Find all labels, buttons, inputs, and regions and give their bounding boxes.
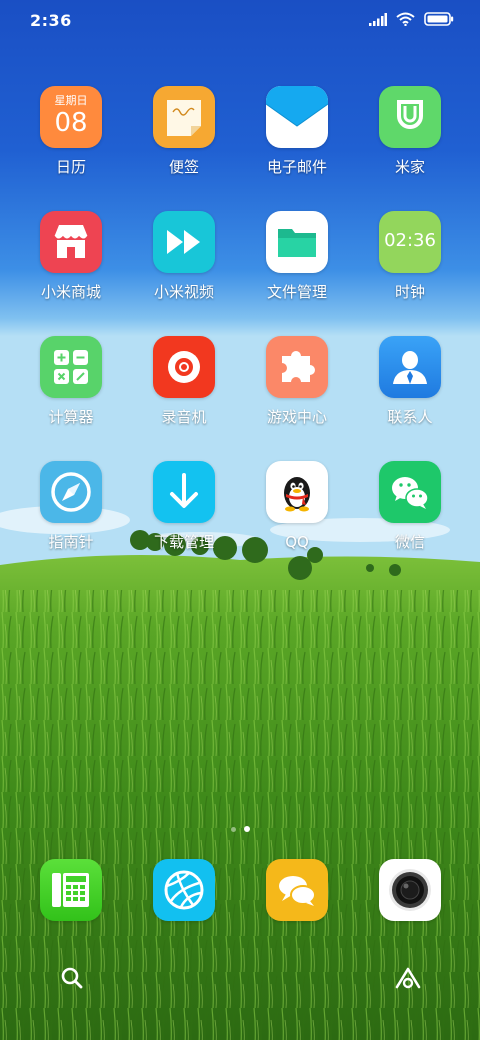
battery-icon [424, 11, 454, 30]
wifi-icon [396, 11, 415, 30]
phone-icon[interactable] [40, 859, 102, 921]
app-file-manager[interactable]: 文件管理 [240, 211, 354, 301]
clock-text: 02:36 [384, 230, 436, 251]
app-label: 米家 [394, 158, 425, 176]
app-label: 游戏中心 [266, 408, 327, 426]
app-label: 时钟 [394, 283, 425, 301]
app-calendar[interactable]: 星期日 08 日历 [14, 86, 128, 176]
browser-icon[interactable] [153, 859, 215, 921]
app-download-manager[interactable]: 下载管理 [127, 461, 241, 551]
app-compass[interactable]: 指南针 [14, 461, 128, 551]
app-label: 日历 [55, 158, 86, 176]
app-wechat[interactable]: 微信 [353, 461, 467, 551]
app-mi-store[interactable]: 小米商城 [14, 211, 128, 301]
contacts-icon [379, 336, 441, 398]
app-game-center[interactable]: 游戏中心 [240, 336, 354, 426]
app-notes[interactable]: 便签 [127, 86, 241, 176]
app-qq[interactable]: QQ [240, 461, 354, 551]
app-calculator[interactable]: 计算器 [14, 336, 128, 426]
app-label: 微信 [394, 533, 425, 551]
app-label: 电子邮件 [266, 158, 327, 176]
folder-icon [266, 211, 328, 273]
app-label: QQ [285, 533, 309, 551]
notes-icon [153, 86, 215, 148]
compass-icon [40, 461, 102, 523]
search-icon[interactable] [52, 958, 92, 998]
status-time: 2:36 [30, 10, 72, 30]
calendar-day: 星期日 [54, 94, 88, 107]
app-mi-video[interactable]: 小米视频 [127, 211, 241, 301]
calendar-icon: 星期日 08 [40, 86, 102, 148]
assistant-icon[interactable] [388, 958, 428, 998]
camera-icon[interactable] [379, 859, 441, 921]
recorder-icon [153, 336, 215, 398]
signal-icon [369, 11, 387, 30]
status-bar: 2:36 [0, 0, 480, 40]
page-indicator [0, 826, 480, 832]
app-mijia[interactable]: 米家 [353, 86, 467, 176]
app-label: 小米视频 [153, 283, 214, 301]
messages-icon[interactable] [266, 859, 328, 921]
app-label: 指南针 [48, 533, 94, 551]
app-label: 便签 [168, 158, 199, 176]
app-email[interactable]: 电子邮件 [240, 86, 354, 176]
calendar-date: 08 [54, 108, 88, 138]
wechat-icon [379, 461, 441, 523]
qq-penguin-icon [266, 461, 328, 523]
page-dot [230, 826, 236, 832]
puzzle-icon [266, 336, 328, 398]
page-dot-active [243, 826, 250, 832]
app-label: 录音机 [161, 408, 207, 426]
download-icon [153, 461, 215, 523]
app-label: 计算器 [48, 408, 94, 426]
calculator-icon [40, 336, 102, 398]
app-label: 小米商城 [40, 283, 101, 301]
status-icons [369, 11, 454, 30]
mijia-icon [379, 86, 441, 148]
clock-icon: 02:36 [379, 211, 441, 273]
bottom-bar [0, 958, 480, 998]
video-icon [153, 211, 215, 273]
email-icon [266, 86, 328, 148]
app-clock[interactable]: 02:36 时钟 [353, 211, 467, 301]
app-recorder[interactable]: 录音机 [127, 336, 241, 426]
app-label: 文件管理 [266, 283, 327, 301]
store-icon [40, 211, 102, 273]
dock [0, 859, 480, 921]
app-label: 联系人 [387, 408, 433, 426]
app-contacts[interactable]: 联系人 [353, 336, 467, 426]
app-label: 下载管理 [153, 533, 214, 551]
